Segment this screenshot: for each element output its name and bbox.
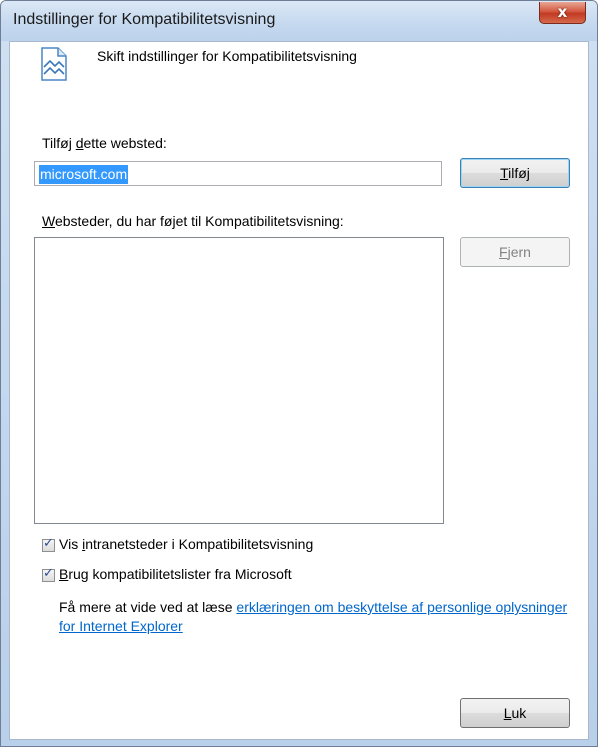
remove-button[interactable]: Fjern <box>460 237 570 267</box>
sites-listbox[interactable] <box>34 237 444 524</box>
ms-lists-checkbox[interactable]: ✓ <box>42 566 55 582</box>
close-dialog-button[interactable]: Luk <box>460 698 570 728</box>
ms-lists-checkbox-label[interactable]: Brug kompatibilitetslister fra Microsoft <box>59 566 292 582</box>
add-site-label: Tilføj dette websted: <box>42 135 167 151</box>
intranet-checkbox-label[interactable]: Vis intranetsteder i Kompatibilitetsvisn… <box>59 536 313 552</box>
window-title: Indstillinger for Kompatibilitetsvisning <box>13 11 276 28</box>
sites-list-label: Websteder, du har føjet til Kompatibilit… <box>42 213 344 229</box>
checkmark-icon: ✓ <box>43 566 54 581</box>
header-text: Skift indstillinger for Kompatibilitetsv… <box>97 48 357 64</box>
add-site-input[interactable]: microsoft.com <box>34 161 442 186</box>
add-site-input-value: microsoft.com <box>39 165 129 184</box>
privacy-info-text: Få mere at vide ved at læse <box>59 599 237 615</box>
compatibility-view-icon <box>41 47 67 81</box>
dialog-window: Indstillinger for Kompatibilitetsvisning… <box>0 0 598 747</box>
privacy-info: Få mere at vide ved at læse erklæringen … <box>59 598 579 636</box>
intranet-checkbox[interactable]: ✓ <box>42 536 55 552</box>
close-icon: x <box>557 3 568 21</box>
close-window-button[interactable]: x <box>539 2 586 24</box>
checkmark-icon: ✓ <box>43 536 54 551</box>
title-bar[interactable]: Indstillinger for Kompatibilitetsvisning… <box>1 1 597 41</box>
add-button[interactable]: Tilføj <box>460 158 570 188</box>
